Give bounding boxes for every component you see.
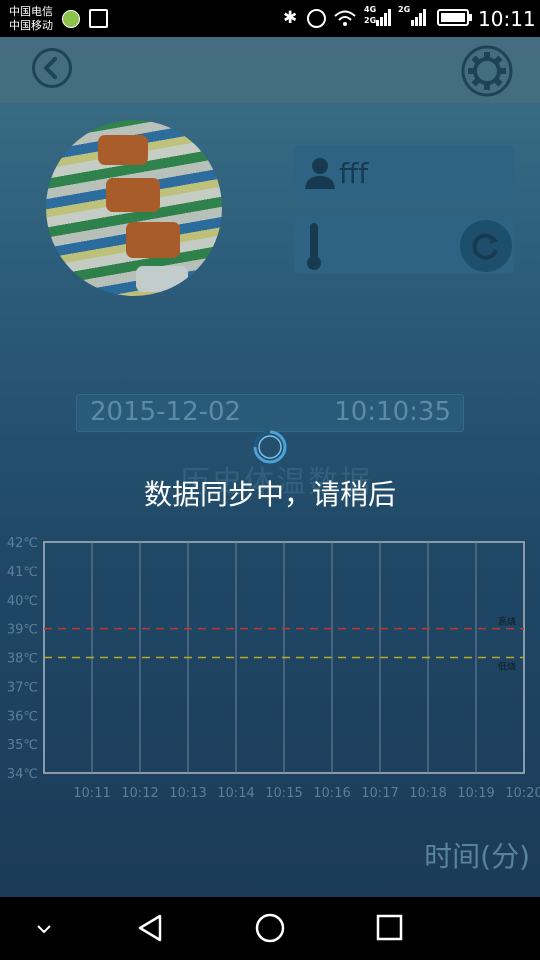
- loading-spinner-icon: [253, 430, 287, 464]
- y-tick-label: 36℃: [7, 709, 38, 724]
- y-tick-label: 42℃: [7, 536, 38, 551]
- user-icon: [305, 158, 335, 189]
- chevron-left-icon: [44, 57, 57, 79]
- home-nav-button[interactable]: [254, 912, 286, 944]
- refresh-icon: [472, 233, 498, 260]
- y-tick-label: 39℃: [7, 623, 38, 638]
- user-name: fff: [339, 157, 369, 190]
- network-type-1: 4G: [364, 5, 377, 14]
- y-tick-label: 34℃: [7, 767, 38, 782]
- signal-2-icon: [411, 9, 426, 26]
- x-tick-label: 10:13: [169, 786, 206, 801]
- alarm-icon: [307, 9, 326, 28]
- x-axis-title: 时间(分): [424, 840, 530, 873]
- navigation-bar: [0, 897, 540, 960]
- app-screen: fff 2015-12-02 10:10:35 历史体温数据 10:11 10:1…: [0, 37, 540, 897]
- chevron-down-icon[interactable]: [34, 919, 54, 939]
- recents-nav-button[interactable]: [375, 913, 405, 943]
- avatar[interactable]: [46, 120, 222, 296]
- wifi-icon: [334, 10, 356, 26]
- status-bar: 中国电信 中国移动 ✱ 4G 2G 2G 10:11: [0, 0, 540, 37]
- y-tick-label: 35℃: [7, 738, 38, 753]
- y-tick-label: 41℃: [7, 565, 38, 580]
- x-tick-label: 10:17: [361, 786, 398, 801]
- back-button[interactable]: [32, 48, 72, 88]
- threshold-label: 低烧: [498, 661, 516, 673]
- y-tick-label: 37℃: [7, 680, 38, 695]
- signal-1-icon: [376, 9, 391, 26]
- threshold-label: 高烧: [498, 616, 516, 628]
- reading-date: 2015-12-02: [90, 397, 242, 427]
- name-field[interactable]: fff: [294, 145, 514, 201]
- back-nav-button[interactable]: [136, 913, 166, 943]
- image-notification-icon: [89, 9, 108, 28]
- y-tick-label: 38℃: [7, 652, 38, 667]
- x-tick-label: 10:18: [409, 786, 446, 801]
- top-bar: [0, 37, 540, 103]
- x-tick-label: 10:20: [505, 786, 540, 801]
- temperature-chart: 10:11 10:12 10:13 10:14 10:15 10:16 10:17 10:18…: [7, 536, 540, 801]
- x-tick-label: 10:16: [313, 786, 350, 801]
- bluetooth-icon: ✱: [283, 8, 298, 28]
- carrier-2-label: 中国移动: [9, 19, 53, 32]
- app-notification-icon: [62, 10, 80, 28]
- reading-time: 10:10:35: [334, 397, 451, 427]
- loading-message: 数据同步中，请稍后: [143, 478, 396, 511]
- refresh-button[interactable]: [460, 220, 512, 272]
- settings-gear-icon[interactable]: [461, 45, 513, 97]
- y-tick-label: 40℃: [7, 594, 38, 609]
- x-tick-label: 10:15: [265, 786, 302, 801]
- status-time: 10:11: [478, 7, 536, 31]
- battery-icon: [437, 9, 472, 26]
- x-tick-label: 10:12: [121, 786, 158, 801]
- temperature-field: [294, 218, 514, 274]
- loading-overlay: 数据同步中，请稍后: [0, 427, 540, 537]
- x-tick-label: 10:11: [73, 786, 110, 801]
- network-type-3: 2G: [398, 5, 411, 14]
- x-tick-label: 10:19: [457, 786, 494, 801]
- carrier-1-label: 中国电信: [9, 5, 53, 18]
- network-type-2: 2G: [364, 16, 377, 25]
- thermometer-icon: [307, 223, 321, 270]
- x-tick-label: 10:14: [217, 786, 254, 801]
